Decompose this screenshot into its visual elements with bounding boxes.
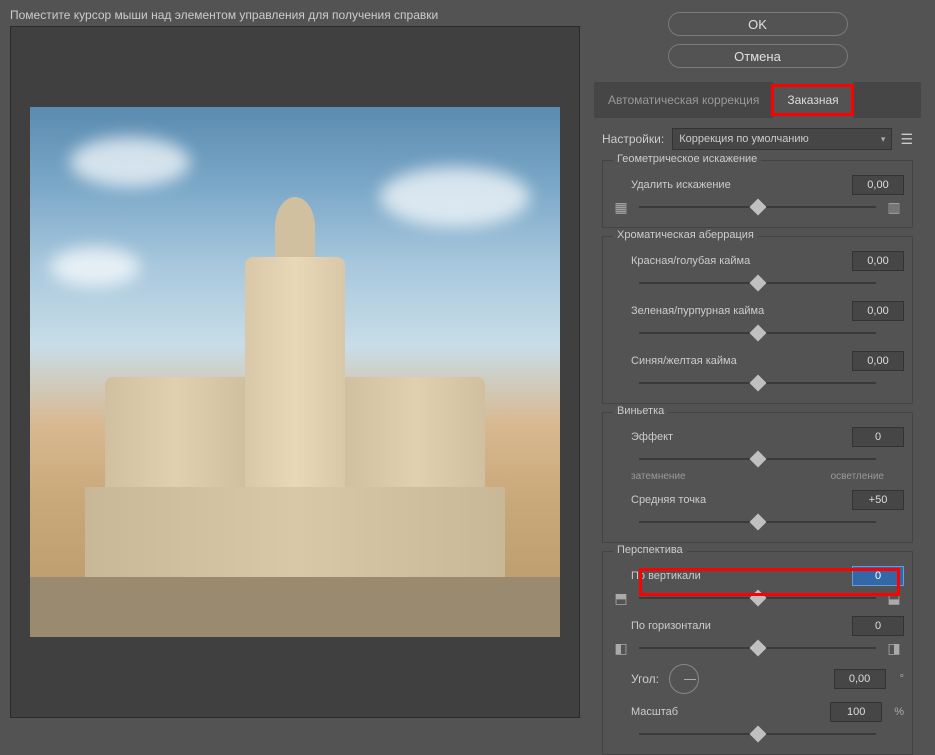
- red-cyan-label: Красная/голубая кайма: [611, 255, 844, 267]
- group-title-geometric: Геометрическое искажение: [613, 153, 761, 165]
- scale-label: Масштаб: [611, 706, 822, 718]
- perspective-vert-slider[interactable]: [639, 591, 876, 605]
- scale-unit: %: [894, 706, 904, 718]
- angle-input[interactable]: [834, 669, 886, 689]
- degree-icon: °: [900, 673, 904, 685]
- tab-custom[interactable]: Заказная: [773, 82, 852, 118]
- red-cyan-slider[interactable]: [639, 276, 876, 290]
- green-magenta-slider[interactable]: [639, 326, 876, 340]
- green-magenta-input[interactable]: [852, 301, 904, 321]
- perspective-horiz-label: По горизонтали: [611, 620, 844, 632]
- angle-label: Угол:: [631, 672, 659, 686]
- remove-distortion-label: Удалить искажение: [611, 179, 844, 191]
- vignette-mid-input[interactable]: [852, 490, 904, 510]
- red-cyan-input[interactable]: [852, 251, 904, 271]
- tab-auto-correction[interactable]: Автоматическая коррекция: [594, 82, 773, 118]
- perspective-vert-down-icon[interactable]: ⬓: [884, 588, 904, 608]
- vignette-dark-label: затемнение: [631, 471, 686, 482]
- blue-yellow-label: Синяя/желтая кайма: [611, 355, 844, 367]
- perspective-vert-label: По вертикали: [611, 570, 844, 582]
- ok-button[interactable]: OK: [668, 12, 848, 36]
- vignette-effect-input[interactable]: [852, 427, 904, 447]
- vignette-light-label: осветление: [831, 471, 884, 482]
- preview-area: [10, 26, 580, 718]
- hint-text: Поместите курсор мыши над элементом упра…: [10, 8, 580, 22]
- green-magenta-label: Зеленая/пурпурная кайма: [611, 305, 844, 317]
- menu-icon[interactable]: ☰: [900, 131, 913, 148]
- group-geometric: Геометрическое искажение Удалить искажен…: [602, 160, 913, 228]
- perspective-horiz-right-icon[interactable]: ◨: [884, 638, 904, 658]
- chevron-down-icon: ▾: [881, 134, 886, 145]
- angle-dial[interactable]: [669, 664, 699, 694]
- settings-dropdown[interactable]: Коррекция по умолчанию ▾: [672, 128, 892, 150]
- perspective-vert-input[interactable]: [852, 566, 904, 586]
- preview-image: [30, 107, 560, 637]
- vignette-mid-slider[interactable]: [639, 515, 876, 529]
- group-perspective: Перспектива По вертикали ⬒ ⬓ По горизонт…: [602, 551, 913, 755]
- scale-input[interactable]: [830, 702, 882, 722]
- group-vignette: Виньетка Эффект затемнение осветление Ср…: [602, 412, 913, 543]
- perspective-horiz-left-icon[interactable]: ◧: [611, 638, 631, 658]
- pincushion-icon[interactable]: ▥: [884, 197, 904, 217]
- perspective-horiz-slider[interactable]: [639, 641, 876, 655]
- group-chromatic: Хроматическая аберрация Красная/голубая …: [602, 236, 913, 404]
- perspective-vert-up-icon[interactable]: ⬒: [611, 588, 631, 608]
- remove-distortion-slider[interactable]: [639, 200, 876, 214]
- remove-distortion-input[interactable]: [852, 175, 904, 195]
- group-title-perspective: Перспектива: [613, 544, 687, 556]
- barrel-icon[interactable]: ▦: [611, 197, 631, 217]
- blue-yellow-slider[interactable]: [639, 376, 876, 390]
- perspective-horiz-input[interactable]: [852, 616, 904, 636]
- vignette-effect-slider[interactable]: [639, 452, 876, 466]
- scale-slider[interactable]: [639, 727, 876, 741]
- cancel-button[interactable]: Отмена: [668, 44, 848, 68]
- group-title-chromatic: Хроматическая аберрация: [613, 229, 758, 241]
- tabs: Автоматическая коррекция Заказная: [594, 82, 921, 118]
- blue-yellow-input[interactable]: [852, 351, 904, 371]
- vignette-mid-label: Средняя точка: [611, 494, 844, 506]
- vignette-effect-label: Эффект: [611, 431, 844, 443]
- settings-label: Настройки:: [602, 132, 664, 146]
- group-title-vignette: Виньетка: [613, 405, 668, 417]
- settings-value: Коррекция по умолчанию: [679, 133, 809, 145]
